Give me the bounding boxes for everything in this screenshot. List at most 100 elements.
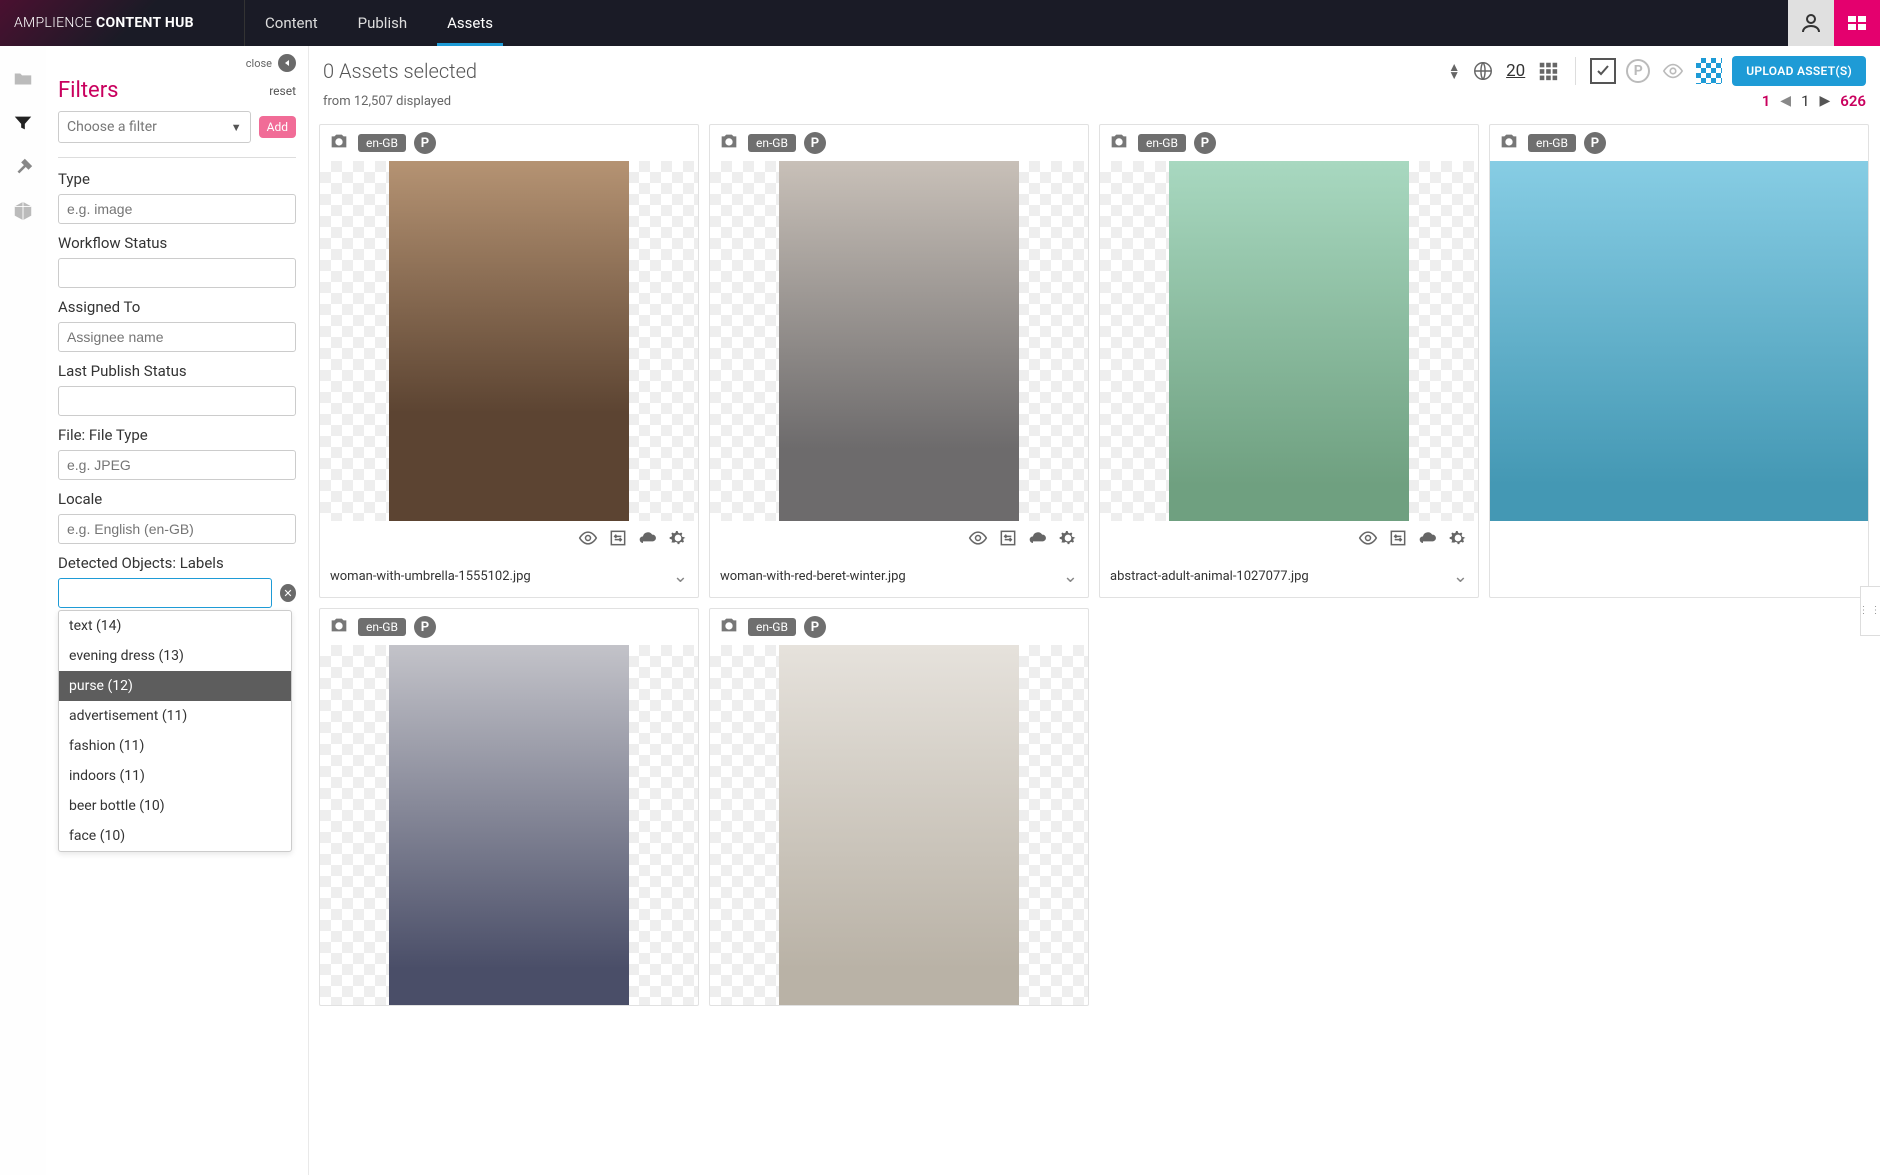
clear-detected-icon[interactable]: ✕ xyxy=(280,584,296,602)
card-top-bar: en-GB P xyxy=(320,125,698,161)
expand-icon[interactable]: ⌄ xyxy=(673,566,688,587)
publish-badge: P xyxy=(414,132,436,154)
chevron-down-icon: ▼ xyxy=(231,121,242,134)
choose-filter-select[interactable]: Choose a filter ▼ xyxy=(58,111,251,143)
camera-icon xyxy=(1498,130,1520,156)
asset-thumbnail[interactable] xyxy=(320,645,698,1005)
action-gear-icon[interactable] xyxy=(668,528,688,548)
locale-badge: en-GB xyxy=(358,618,406,636)
card-top-bar: en-GBP xyxy=(710,609,1088,645)
close-icon[interactable] xyxy=(278,54,296,72)
filter-type-input[interactable] xyxy=(58,194,296,224)
displayed-count-text: from 12,507 displayed xyxy=(323,94,451,109)
locale-badge: en-GB xyxy=(358,134,406,152)
nav-tab-publish[interactable]: Publish xyxy=(338,0,427,46)
action-eye-icon[interactable] xyxy=(1358,528,1378,548)
action-gear-icon[interactable] xyxy=(1058,528,1078,548)
filter-assigned-input[interactable] xyxy=(58,322,296,352)
filter-lastpub-input[interactable] xyxy=(58,386,296,416)
brand-thin: AMPLIENCE xyxy=(14,15,96,31)
filter-detected-input[interactable] xyxy=(58,578,272,608)
asset-card[interactable]: en-GB Pwoman-with-umbrella-1555102.jpg ⌄ xyxy=(319,124,699,598)
page-size-select[interactable]: 20 xyxy=(1506,61,1525,81)
camera-icon xyxy=(718,614,740,640)
action-eye-icon[interactable] xyxy=(578,528,598,548)
asset-card[interactable]: en-GBP woman-with-red-beret-winter.jpg ⌄ xyxy=(709,124,1089,598)
choose-placeholder: Choose a filter xyxy=(67,119,157,135)
card-actions xyxy=(320,521,698,555)
asset-card[interactable]: en-GB Pabstract-adult-animal-1027077.jpg ⌄ xyxy=(1099,124,1479,598)
nav-tab-content[interactable]: Content xyxy=(245,0,338,46)
reset-link[interactable]: reset xyxy=(269,84,296,98)
asset-thumbnail[interactable] xyxy=(710,161,1088,521)
dropdown-item[interactable]: purse (12) xyxy=(59,671,291,701)
pagination-next-icon[interactable]: ▶ xyxy=(1820,93,1831,109)
detected-dropdown: text (14)evening dress (13)purse (12)adv… xyxy=(58,610,292,852)
asset-card[interactable]: en-GBP⌄ xyxy=(1489,124,1869,598)
close-label[interactable]: close xyxy=(246,57,272,70)
tools-icon[interactable] xyxy=(12,156,34,178)
action-cloud-icon[interactable] xyxy=(638,528,658,548)
card-top-bar: en-GB P xyxy=(1490,125,1868,161)
action-swap-icon[interactable] xyxy=(608,528,628,548)
asset-filename: woman-with-umbrella-1555102.jpg xyxy=(330,569,531,584)
expand-icon[interactable]: ⌄ xyxy=(1453,566,1468,587)
add-filter-button[interactable]: Add xyxy=(259,116,296,138)
transparency-toggle-icon[interactable] xyxy=(1696,58,1722,84)
globe-icon[interactable] xyxy=(1470,58,1496,84)
filter-icon[interactable] xyxy=(12,112,34,134)
filter-type-label: Type xyxy=(58,170,296,188)
dropdown-item[interactable]: evening dress (13) xyxy=(59,641,291,671)
asset-thumbnail[interactable] xyxy=(710,645,1088,1005)
action-cloud-icon[interactable] xyxy=(1418,528,1438,548)
user-profile-icon[interactable] xyxy=(1788,0,1834,46)
app-switcher-icon[interactable] xyxy=(1834,0,1880,46)
asset-card[interactable]: en-GBP⌄ xyxy=(319,608,699,1006)
dropdown-item[interactable]: advertisement (11) xyxy=(59,701,291,731)
locale-badge: en-GB xyxy=(1528,134,1576,152)
action-swap-icon[interactable] xyxy=(1388,528,1408,548)
filter-assigned-label: Assigned To xyxy=(58,298,296,316)
asset-thumbnail[interactable] xyxy=(320,161,698,521)
dropdown-item[interactable]: indoors (11) xyxy=(59,761,291,791)
dropdown-item[interactable]: text (14) xyxy=(59,611,291,641)
preview-icon[interactable] xyxy=(1660,58,1686,84)
grid-view-icon[interactable] xyxy=(1535,58,1561,84)
asset-thumbnail[interactable] xyxy=(1490,161,1868,521)
action-swap-icon[interactable] xyxy=(998,528,1018,548)
publish-badge: P xyxy=(1584,132,1606,154)
publish-badge: P xyxy=(1194,132,1216,154)
upload-assets-button[interactable]: UPLOAD ASSET(S) xyxy=(1732,56,1866,86)
locale-badge: en-GB xyxy=(1138,134,1186,152)
sort-icon[interactable]: ▲▼ xyxy=(1448,63,1460,79)
pagination-prev-icon[interactable]: ◀ xyxy=(1780,93,1791,109)
pagination-of: 1 xyxy=(1801,92,1809,110)
publish-badge: P xyxy=(804,132,826,154)
folder-icon[interactable] xyxy=(12,68,34,90)
asset-filename: woman-with-red-beret-winter.jpg xyxy=(720,569,906,584)
filters-title: Filters xyxy=(58,78,119,103)
expand-icon[interactable]: ⌄ xyxy=(1063,566,1078,587)
selected-count-text: 0 Assets selected xyxy=(323,59,477,83)
brand-logo[interactable]: AMPLIENCE CONTENT HUB xyxy=(0,0,245,46)
nav-tabs: Content Publish Assets xyxy=(245,0,513,46)
filter-filetype-input[interactable] xyxy=(58,450,296,480)
filter-workflow-input[interactable] xyxy=(58,258,296,288)
dropdown-item[interactable]: fashion (11) xyxy=(59,731,291,761)
filter-locale-input[interactable] xyxy=(58,514,296,544)
publish-status-icon[interactable]: P xyxy=(1626,59,1650,83)
asset-card[interactable]: en-GBP⌄ xyxy=(709,608,1089,1006)
card-top-bar: en-GBP xyxy=(710,125,1088,161)
action-eye-icon[interactable] xyxy=(968,528,988,548)
nav-tab-assets[interactable]: Assets xyxy=(427,0,513,46)
package-icon[interactable] xyxy=(12,200,34,222)
filter-workflow-label: Workflow Status xyxy=(58,234,296,252)
action-gear-icon[interactable] xyxy=(1448,528,1468,548)
asset-filename: abstract-adult-animal-1027077.jpg xyxy=(1110,569,1309,584)
dropdown-item[interactable]: face (10) xyxy=(59,821,291,851)
action-cloud-icon[interactable] xyxy=(1028,528,1048,548)
select-all-checkbox[interactable] xyxy=(1590,58,1616,84)
dropdown-item[interactable]: beer bottle (10) xyxy=(59,791,291,821)
asset-thumbnail[interactable] xyxy=(1100,161,1478,521)
drawer-handle[interactable]: ⋮⋮ xyxy=(1860,586,1880,636)
